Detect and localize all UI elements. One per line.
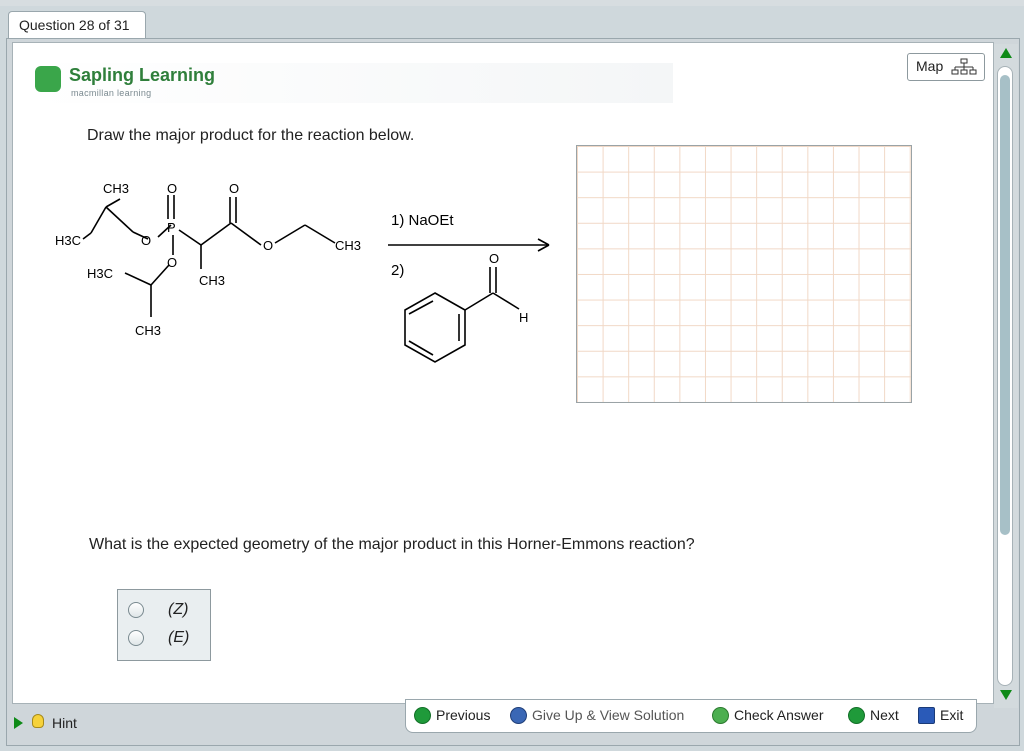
brand-name: Sapling Learning bbox=[69, 65, 216, 85]
previous-button[interactable]: Previous bbox=[414, 706, 504, 726]
check-mark-icon bbox=[712, 707, 729, 724]
top-window-strip bbox=[0, 0, 1024, 6]
label-aldehyde-h: H bbox=[519, 310, 528, 325]
previous-arrow-icon bbox=[414, 707, 431, 724]
exit-label: Exit bbox=[940, 707, 964, 723]
vertical-scrollbar[interactable] bbox=[994, 44, 1018, 708]
label-ch3-bottom: CH3 bbox=[135, 323, 161, 338]
label-o-top1: O bbox=[167, 181, 177, 196]
label-h3c-left: H3C bbox=[55, 233, 81, 248]
choice-z-label: (Z) bbox=[168, 601, 189, 618]
exit-button[interactable]: Exit bbox=[918, 706, 970, 726]
reagent-step1: 1) NaOEt bbox=[391, 212, 454, 229]
lightbulb-icon bbox=[32, 714, 44, 728]
map-button[interactable]: Map bbox=[907, 53, 985, 81]
label-ch3-right: CH3 bbox=[335, 238, 361, 253]
check-answer-label: Check Answer bbox=[734, 707, 824, 723]
scroll-down-icon[interactable] bbox=[1000, 690, 1012, 700]
sapling-logo: Sapling Learning macmillan learning bbox=[33, 63, 673, 103]
hint-label[interactable]: Hint bbox=[52, 715, 77, 731]
choice-z[interactable]: (Z) bbox=[128, 600, 202, 622]
question-content: Sapling Learning macmillan learning Draw… bbox=[12, 42, 994, 704]
geometry-question: What is the expected geometry of the maj… bbox=[89, 536, 695, 553]
exit-door-icon bbox=[918, 707, 935, 724]
radio-e[interactable] bbox=[128, 630, 144, 646]
question-tab-label: Question 28 of 31 bbox=[19, 17, 130, 33]
map-label: Map bbox=[916, 58, 944, 74]
label-h3c-lower: H3C bbox=[87, 266, 113, 281]
navigation-bar: Previous Give Up & View Solution Check A… bbox=[405, 699, 977, 733]
label-ch3-top: CH3 bbox=[103, 181, 129, 196]
sapling-leaf-icon bbox=[35, 66, 61, 92]
question-tab[interactable]: Question 28 of 31 bbox=[8, 11, 146, 38]
map-icon bbox=[951, 58, 977, 75]
label-o-lower: O bbox=[167, 255, 177, 270]
label-o-ring1: O bbox=[141, 233, 151, 248]
hint-expand-icon[interactable] bbox=[14, 717, 23, 729]
give-up-x-icon bbox=[510, 707, 527, 724]
scroll-up-icon[interactable] bbox=[1000, 48, 1012, 58]
previous-label: Previous bbox=[436, 707, 491, 723]
scroll-track[interactable] bbox=[997, 66, 1013, 686]
next-button[interactable]: Next bbox=[848, 706, 910, 726]
choice-e-label: (E) bbox=[168, 629, 190, 646]
label-ch3-center: CH3 bbox=[199, 273, 225, 288]
answer-choices: (Z) (E) bbox=[117, 589, 211, 661]
brand-subtitle: macmillan learning bbox=[71, 88, 152, 98]
radio-z[interactable] bbox=[128, 602, 144, 618]
drawing-canvas[interactable] bbox=[576, 145, 912, 403]
give-up-button[interactable]: Give Up & View Solution bbox=[510, 706, 706, 726]
label-o-top2: O bbox=[229, 181, 239, 196]
reagent-step2: 2) bbox=[391, 262, 404, 279]
choice-e[interactable]: (E) bbox=[128, 628, 202, 650]
label-p: P bbox=[167, 220, 176, 235]
next-label: Next bbox=[870, 707, 899, 723]
give-up-label: Give Up & View Solution bbox=[532, 707, 685, 723]
draw-prompt: Draw the major product for the reaction … bbox=[87, 127, 415, 144]
hint-bar[interactable]: Hint bbox=[8, 708, 408, 738]
reaction-scheme: CH3 O O H3C O P O CH3 H3C O CH3 CH3 1) N… bbox=[55, 181, 550, 363]
next-arrow-icon bbox=[848, 707, 865, 724]
label-aldehyde-o: O bbox=[489, 251, 499, 266]
check-answer-button[interactable]: Check Answer bbox=[712, 706, 840, 726]
scroll-thumb[interactable] bbox=[1000, 75, 1010, 535]
label-o-ester: O bbox=[263, 238, 273, 253]
